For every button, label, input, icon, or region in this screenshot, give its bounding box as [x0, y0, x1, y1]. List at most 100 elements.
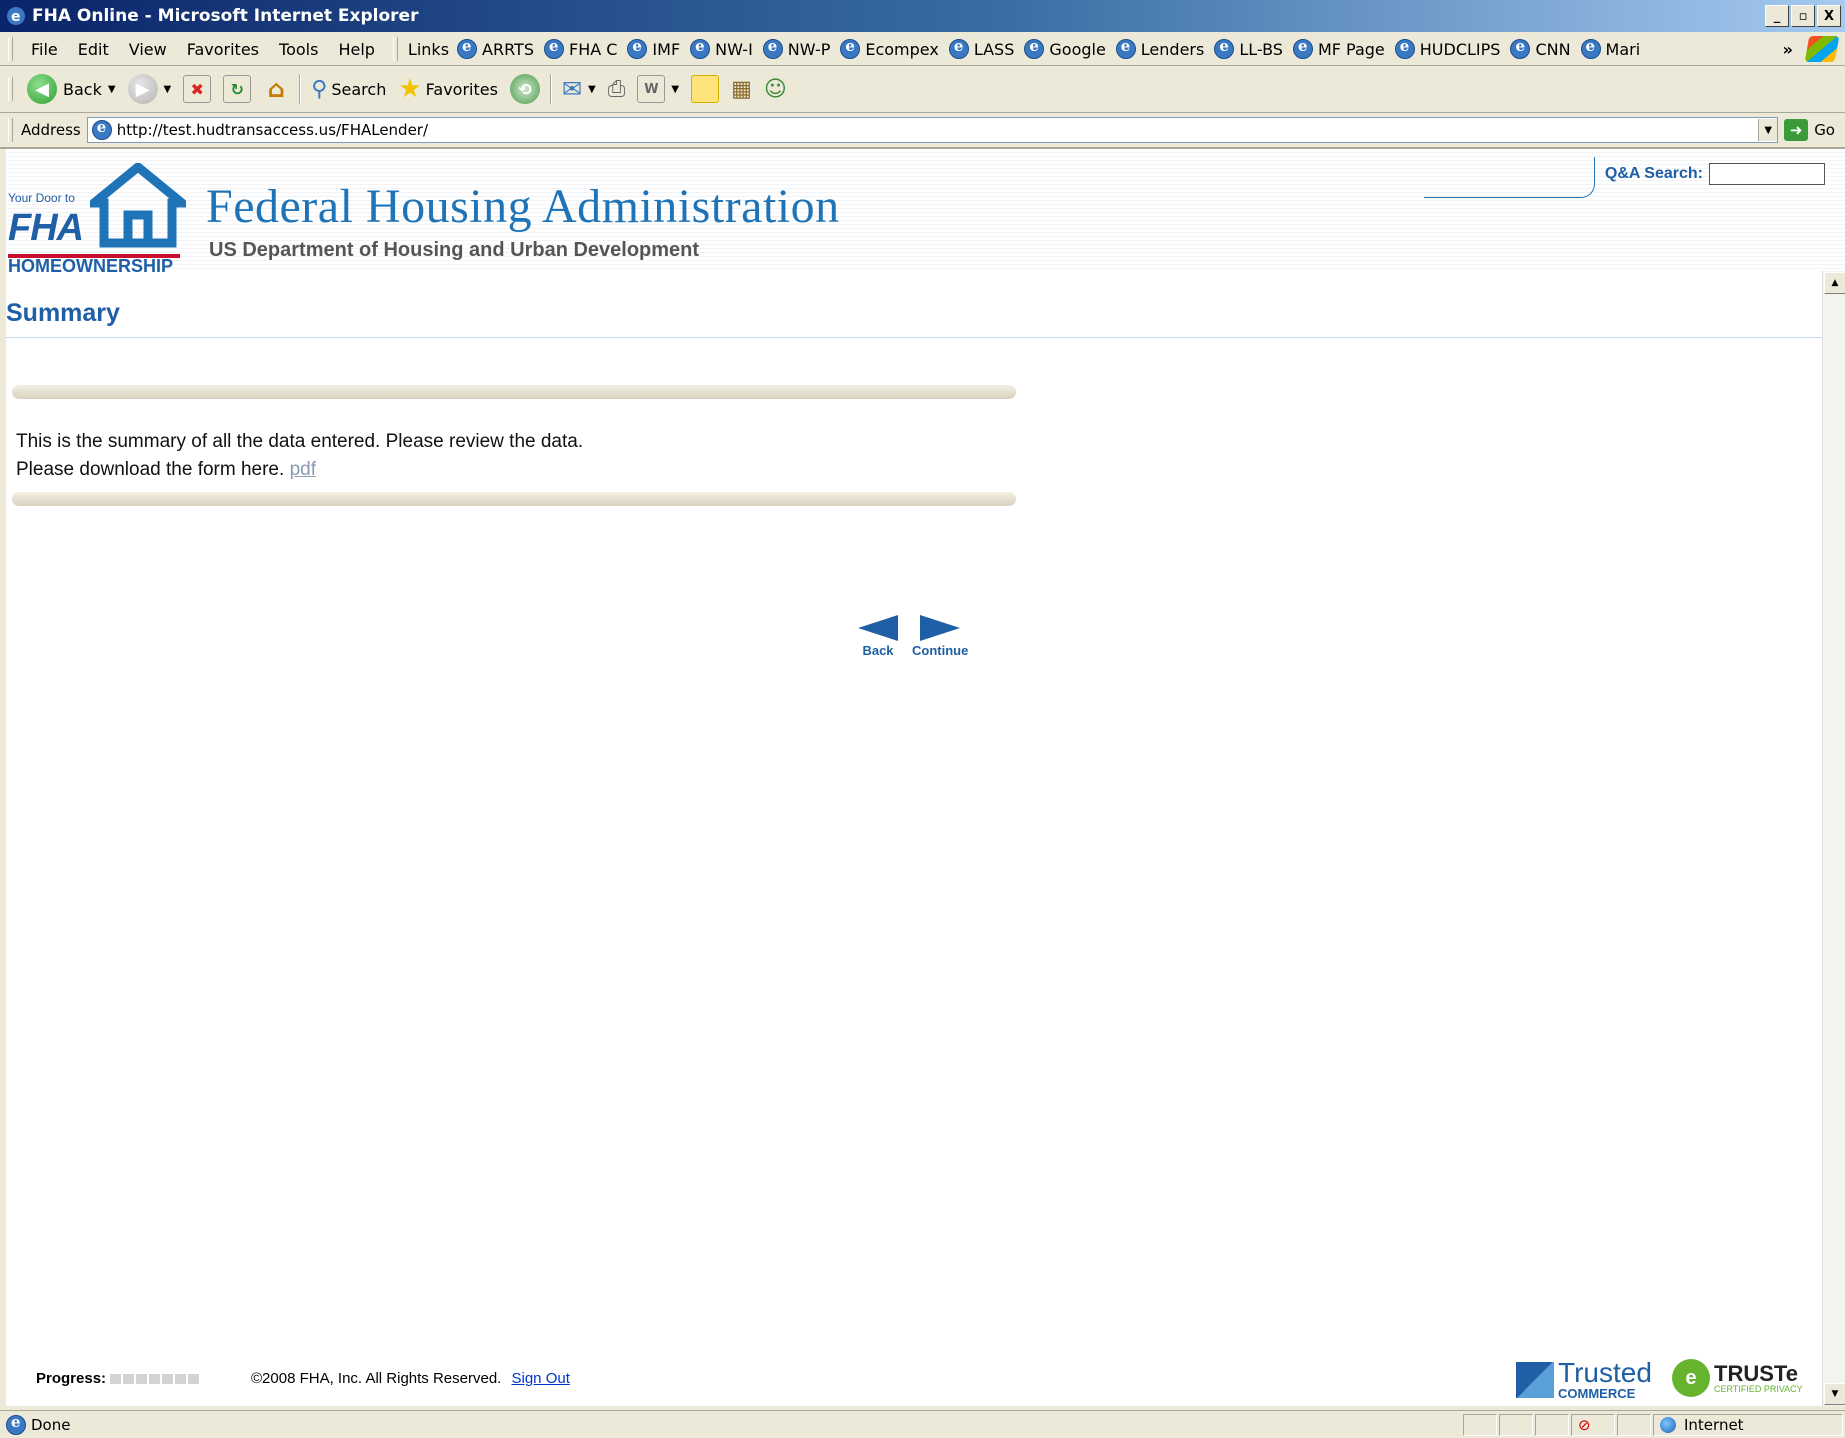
- mail-button[interactable]: ✉ ▼: [556, 75, 602, 103]
- toolbar-grip[interactable]: [8, 118, 13, 142]
- home-button[interactable]: ⌂: [257, 75, 295, 103]
- link-ll-bs[interactable]: LL-BS: [1212, 37, 1291, 59]
- search-button[interactable]: ⚲ Search: [305, 77, 392, 102]
- dropdown-arrow-icon[interactable]: ▼: [588, 84, 596, 95]
- close-button[interactable]: X: [1817, 5, 1841, 27]
- favorites-star-icon: ★: [398, 74, 422, 104]
- pdf-link[interactable]: pdf: [290, 459, 316, 480]
- go-button[interactable]: ➜ Go: [1784, 119, 1835, 141]
- progress-step: [175, 1373, 187, 1384]
- dropdown-arrow-icon[interactable]: ▼: [671, 84, 679, 95]
- menu-help[interactable]: Help: [328, 40, 384, 59]
- status-pane: [1463, 1413, 1497, 1436]
- note-icon: [691, 75, 720, 103]
- sign-out-link[interactable]: Sign Out: [512, 1370, 570, 1387]
- link-mari[interactable]: Mari: [1579, 37, 1649, 59]
- menu-favorites[interactable]: Favorites: [177, 40, 269, 59]
- title-divider: [6, 337, 1822, 338]
- link-imf[interactable]: IMF: [625, 37, 688, 59]
- forward-button[interactable]: ▶ ▼: [122, 74, 178, 104]
- fha-logo[interactable]: Your Door to FHA HOMEOWNERSHIP: [8, 163, 186, 276]
- menu-file[interactable]: File: [21, 40, 68, 59]
- link-hudclips[interactable]: HUDCLIPS: [1393, 37, 1509, 59]
- link-nw-p[interactable]: NW-P: [761, 37, 839, 59]
- link-google[interactable]: Google: [1022, 37, 1113, 59]
- ie-page-icon: [543, 37, 564, 59]
- scroll-up-icon[interactable]: ▲: [1824, 272, 1845, 294]
- research-icon: ▦: [731, 76, 752, 102]
- link-arrts[interactable]: ARRTS: [455, 37, 542, 59]
- refresh-button[interactable]: ↻: [217, 75, 257, 103]
- popup-blocked-icon[interactable]: ⊘: [1571, 1413, 1615, 1436]
- menu-edit[interactable]: Edit: [68, 40, 119, 59]
- link-cnn[interactable]: CNN: [1508, 37, 1578, 59]
- stop-button[interactable]: ✖: [177, 75, 217, 103]
- address-input[interactable]: http://test.hudtransaccess.us/FHALender/…: [86, 117, 1779, 143]
- qa-search-input[interactable]: [1709, 163, 1825, 185]
- messenger-button[interactable]: ☺: [758, 77, 793, 102]
- search-icon: ⚲: [311, 76, 328, 102]
- ie-page-icon: [1394, 37, 1415, 59]
- nav-buttons: Back Continue: [856, 613, 968, 658]
- minimize-button[interactable]: _: [1765, 5, 1789, 27]
- logo-fha: FHA: [8, 207, 84, 249]
- links-label[interactable]: Links: [406, 40, 455, 59]
- link-lenders[interactable]: Lenders: [1114, 37, 1213, 59]
- windows-logo-icon: [1804, 36, 1840, 62]
- address-dropdown-icon[interactable]: ▼: [1758, 119, 1778, 141]
- ie-icon: e: [7, 7, 25, 25]
- truste-badge[interactable]: e TRUSTe CERTIFIED PRIVACY: [1672, 1359, 1803, 1397]
- svg-text:e: e: [11, 9, 21, 25]
- panel-bottom-bar: [12, 492, 1016, 506]
- dropdown-arrow-icon[interactable]: ▼: [164, 84, 172, 95]
- address-url[interactable]: http://test.hudtransaccess.us/FHALender/: [117, 121, 428, 139]
- progress-step: [149, 1373, 161, 1384]
- back-nav-button[interactable]: Back: [856, 613, 900, 658]
- progress-steps: [110, 1373, 200, 1384]
- ie-page-icon: [1115, 37, 1136, 59]
- department-subtitle: US Department of Housing and Urban Devel…: [209, 239, 700, 261]
- continue-nav-button[interactable]: Continue: [912, 613, 968, 658]
- stop-icon: ✖: [183, 75, 212, 103]
- globe-icon: [1660, 1416, 1676, 1433]
- continue-arrow-icon: [920, 615, 961, 641]
- ie-page-icon: [1292, 37, 1313, 59]
- back-arrow-icon: ◀: [27, 74, 57, 104]
- ie-page-icon: [1510, 37, 1531, 59]
- research-button[interactable]: ▦: [725, 77, 758, 102]
- copyright: ©2008 FHA, Inc. All Rights Reserved. Sig…: [251, 1370, 570, 1387]
- vertical-scrollbar[interactable]: ▲ ▼: [1822, 271, 1845, 1406]
- link-mf-page[interactable]: MF Page: [1291, 37, 1393, 59]
- print-icon: ⎙: [607, 76, 626, 102]
- menu-view[interactable]: View: [119, 40, 177, 59]
- discuss-button[interactable]: [685, 75, 725, 103]
- link-fha-c[interactable]: FHA C: [542, 37, 625, 59]
- trusted-commerce-badge[interactable]: Trusted COMMERCE: [1516, 1359, 1652, 1400]
- menu-tools[interactable]: Tools: [269, 40, 328, 59]
- progress-step: [188, 1373, 200, 1384]
- qa-search-label: Q&A Search:: [1604, 165, 1703, 182]
- toolbar-grip[interactable]: [392, 37, 398, 61]
- ie-page-icon: [1214, 37, 1235, 59]
- back-button[interactable]: ◀ Back ▼: [21, 74, 122, 104]
- address-bar: Address http://test.hudtransaccess.us/FH…: [0, 113, 1845, 149]
- title-bar: e FHA Online - Microsoft Internet Explor…: [0, 0, 1845, 32]
- status-bar: Done ⊘ Internet: [0, 1410, 1845, 1438]
- scroll-down-icon[interactable]: ▼: [1824, 1383, 1845, 1405]
- link-ecompex[interactable]: Ecompex: [838, 37, 946, 59]
- restore-button[interactable]: ▫: [1791, 5, 1815, 27]
- page-title: Summary: [6, 299, 120, 327]
- link-nw-i[interactable]: NW-I: [688, 37, 761, 59]
- toolbar-grip[interactable]: [8, 77, 13, 101]
- back-arrow-icon: [858, 615, 898, 641]
- go-arrow-icon: ➜: [1784, 119, 1809, 141]
- favorites-button[interactable]: ★ Favorites: [392, 74, 504, 104]
- edit-word-button[interactable]: W ▼: [631, 75, 685, 103]
- dropdown-arrow-icon[interactable]: ▼: [108, 84, 116, 95]
- history-button[interactable]: ⟲: [504, 74, 546, 104]
- toolbar-grip[interactable]: [8, 37, 13, 61]
- security-zone[interactable]: Internet: [1653, 1413, 1843, 1436]
- link-lass[interactable]: LASS: [947, 37, 1023, 59]
- print-button[interactable]: ⎙: [602, 77, 632, 102]
- links-overflow-chevron[interactable]: »: [1783, 40, 1793, 59]
